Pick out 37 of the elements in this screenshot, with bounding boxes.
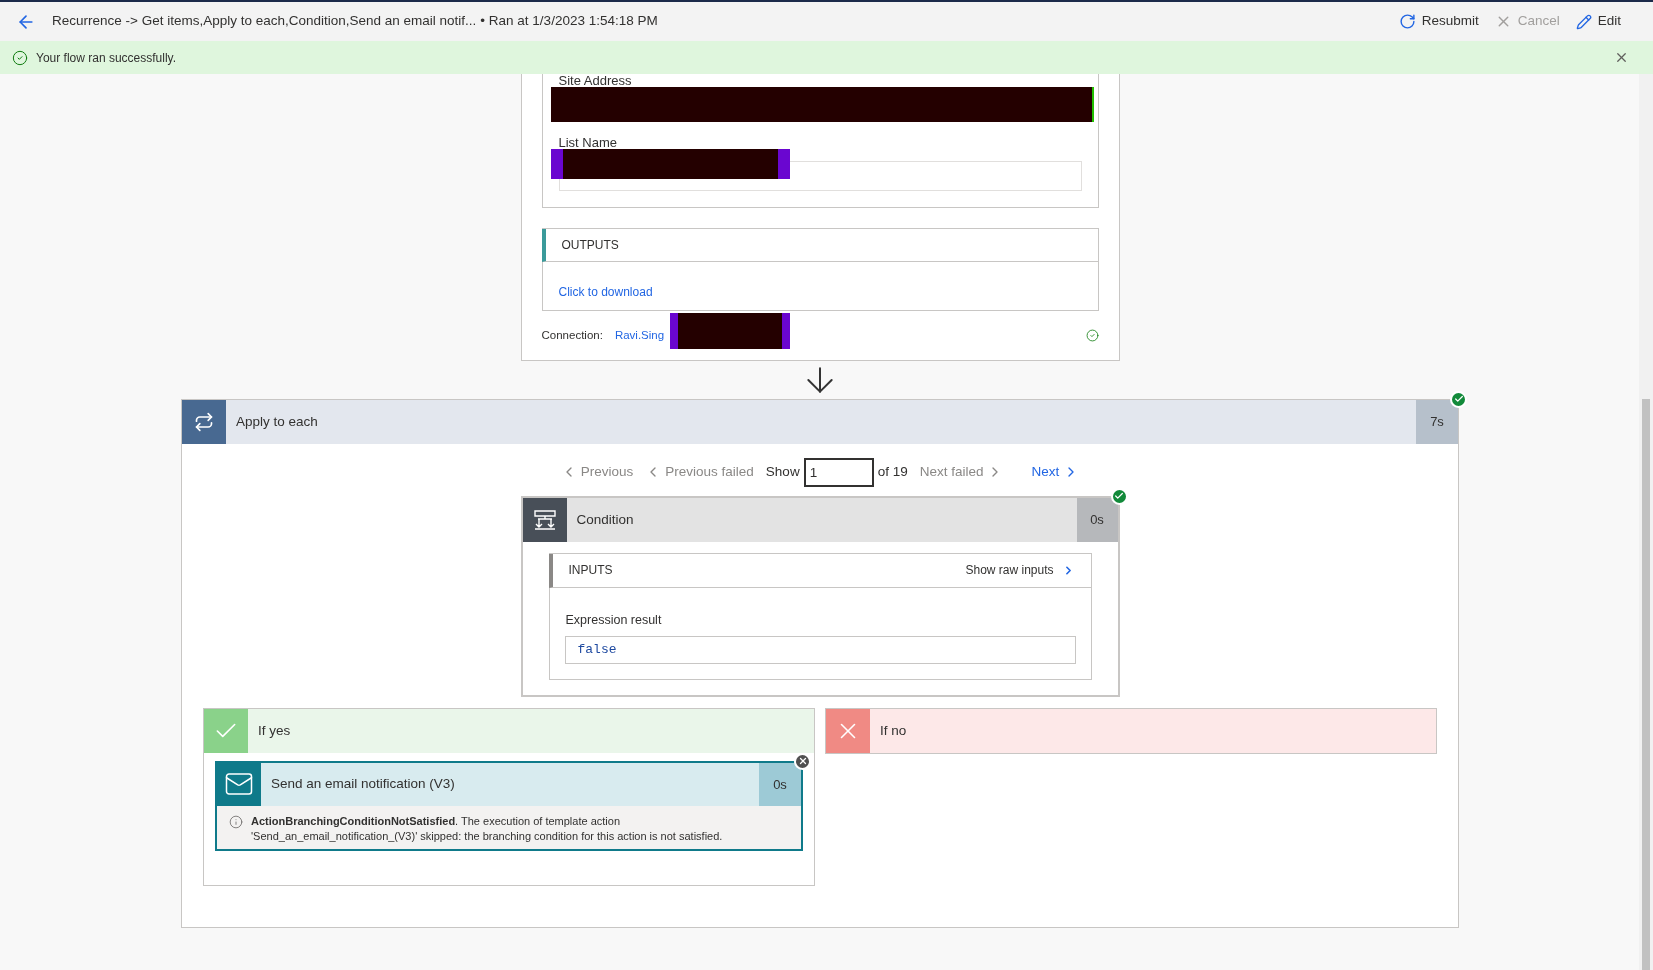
close-button[interactable] [1614, 50, 1629, 65]
field-label: Site Address [558, 74, 633, 87]
edit-button[interactable]: Edit [1575, 11, 1621, 32]
show-raw-inputs-link[interactable]: Show raw inputs [965, 561, 1075, 580]
branch-title: If yes [258, 721, 291, 740]
branch-title: If no [880, 721, 907, 740]
condition-icon [522, 497, 567, 542]
connection-check-icon [1085, 328, 1099, 342]
outputs-heading: OUTPUTS [561, 236, 619, 254]
connection-label: Connection: [541, 327, 603, 343]
cross-icon [826, 708, 870, 753]
apply-to-each-title: Apply to each [236, 412, 318, 431]
duration-label: 7s [1416, 399, 1458, 444]
duration-label: 0s [759, 762, 801, 806]
next-button[interactable]: Next [1031, 462, 1080, 483]
scrollbar-thumb[interactable] [1642, 399, 1650, 970]
flow-title: Recurrence -> Get items,Apply to each,Condition,Send an email notif... [52, 12, 477, 31]
pencil-icon [1575, 13, 1592, 30]
banner-message: Your flow ran successfully. [36, 49, 177, 67]
resubmit-button[interactable]: Resubmit [1398, 11, 1479, 32]
duration-label: 0s [1076, 497, 1118, 542]
run-time: • Ran at 1/3/2023 1:54:18 PM [480, 12, 658, 31]
iteration-input[interactable]: 1 [803, 457, 874, 487]
iteration-total: of 19 [877, 463, 908, 482]
connection-link[interactable]: Ravi.Sing [614, 326, 665, 344]
success-icon [12, 49, 28, 66]
download-link[interactable]: Click to download [558, 282, 653, 301]
action-title: Send an email notification (V3) [271, 775, 455, 794]
show-label: Show [765, 463, 800, 482]
inputs-heading: INPUTS [568, 562, 613, 580]
condition-title: Condition [576, 510, 634, 529]
field-label: Expression result [564, 611, 663, 629]
field-label: List Name [558, 134, 619, 152]
expression-value: false [564, 635, 1076, 664]
info-icon [229, 814, 243, 829]
skip-message: ActionBranchingConditionNotSatisfied. The execution of template action 'Send_an_email_notification_(V3)' skipped: the branching condition for this action is not satisfied. [251, 813, 724, 844]
resubmit-icon [1398, 13, 1416, 30]
